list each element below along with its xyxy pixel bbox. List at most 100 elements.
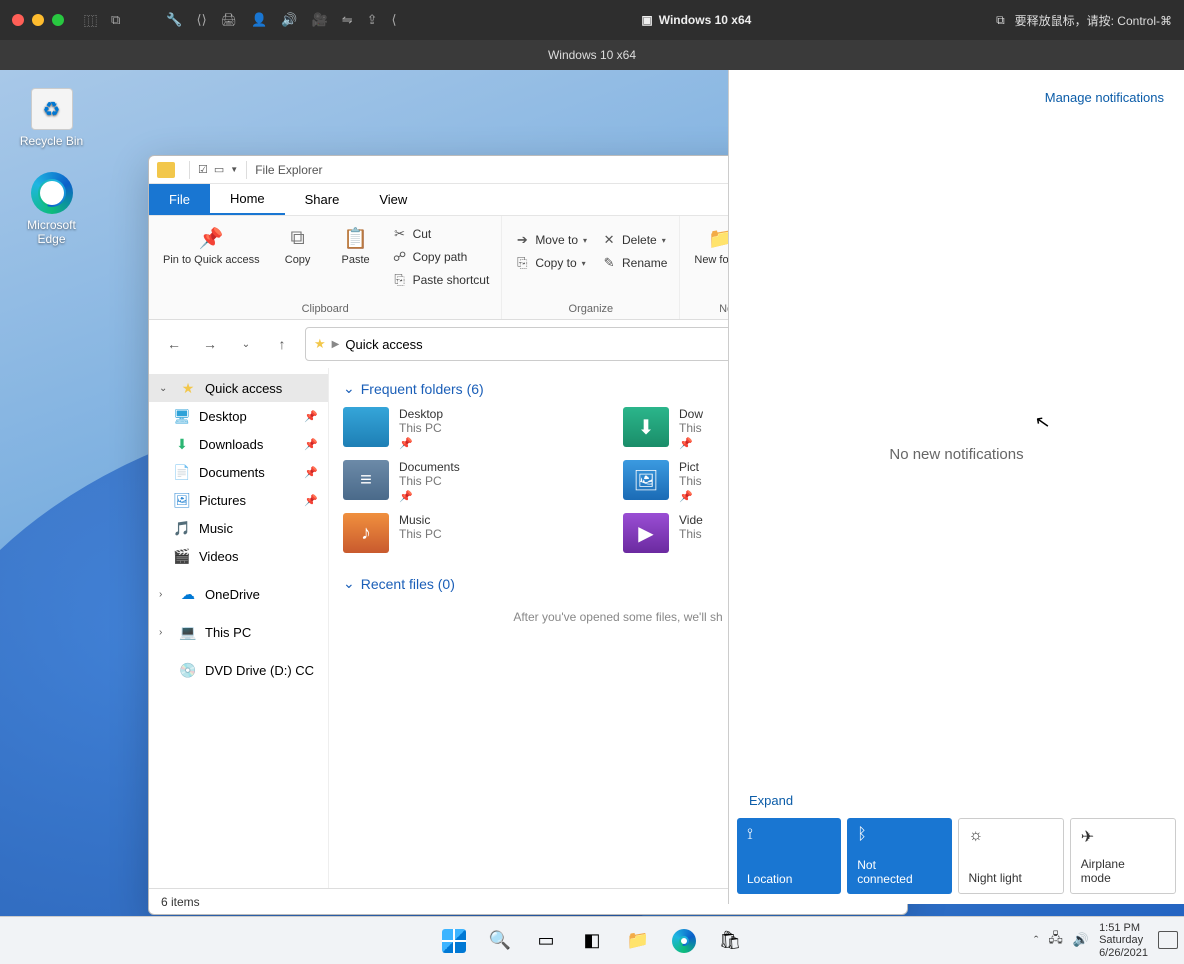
maximize-window-icon[interactable] xyxy=(52,14,64,26)
organize-group-label: Organize xyxy=(510,301,671,317)
copyto-icon: ⎘ xyxy=(514,255,530,271)
location-icon: ⟟ xyxy=(747,826,831,844)
edge-taskbar[interactable] xyxy=(670,927,698,955)
speaker-icon[interactable]: 🔊 xyxy=(281,12,297,28)
copy-button[interactable]: ⧉Copy xyxy=(272,220,324,270)
star-icon: ★ xyxy=(179,379,197,397)
sidebar-item-desktop[interactable]: 🖥Desktop📌 xyxy=(149,402,328,430)
sidebar-item-documents[interactable]: 📄Documents📌 xyxy=(149,458,328,486)
tile-night-light[interactable]: ☼Night light xyxy=(958,818,1064,894)
store-taskbar[interactable]: 🛍 xyxy=(716,927,744,955)
search-button[interactable]: 🔍 xyxy=(486,927,514,955)
vm-title: ▣ Windows 10 x64 xyxy=(397,13,996,27)
nav-forward-button[interactable]: → xyxy=(197,331,223,357)
pin-icon: 📌 xyxy=(679,437,703,450)
file-explorer-taskbar[interactable]: 📁 xyxy=(624,927,652,955)
chevron-down-icon: ⌄ xyxy=(343,575,355,592)
start-button[interactable] xyxy=(440,927,468,955)
paste-button[interactable]: 📋Paste xyxy=(330,220,382,270)
music-folder-icon: ♪ xyxy=(343,513,389,553)
recycle-bin[interactable]: Recycle Bin xyxy=(14,88,89,148)
usb-icon[interactable]: ⇋ xyxy=(342,12,353,28)
pin-quick-access-button[interactable]: 📌Pin to Quick access xyxy=(157,220,266,270)
sidebar-item-pictures[interactable]: 🖼Pictures📌 xyxy=(149,486,328,514)
tile-location[interactable]: ⟟Location xyxy=(737,818,841,894)
copy-icon[interactable]: ⧉ xyxy=(996,13,1005,28)
task-view-button[interactable]: ▭ xyxy=(532,927,560,955)
document-icon: 📄 xyxy=(173,463,191,481)
window-traffic-lights xyxy=(12,14,64,26)
sidebar-item-quick-access[interactable]: ⌄★Quick access xyxy=(149,374,328,402)
qat-newfolder-icon[interactable]: ▭ xyxy=(214,163,224,176)
user-icon[interactable]: 👤 xyxy=(251,12,267,28)
microsoft-edge[interactable]: Microsoft Edge xyxy=(14,172,89,246)
sidebar-item-videos[interactable]: 🎬Videos xyxy=(149,542,328,570)
nav-history-button[interactable]: ⌄ xyxy=(233,331,259,357)
sidebar-item-downloads[interactable]: ⬇Downloads📌 xyxy=(149,430,328,458)
folder-music[interactable]: ♪MusicThis PC xyxy=(343,513,603,553)
download-icon: ⬇ xyxy=(173,435,191,453)
expand-button[interactable]: Expand xyxy=(749,793,793,808)
edge-icon xyxy=(672,929,696,953)
nav-up-button[interactable]: ↑ xyxy=(269,331,295,357)
tab-share[interactable]: Share xyxy=(285,184,360,215)
code-icon[interactable]: ⟨⟩ xyxy=(197,12,207,28)
pin-icon: 📌 xyxy=(304,466,318,479)
bluetooth-icon: ᛒ xyxy=(857,826,941,844)
print-icon[interactable]: 🖨 xyxy=(221,12,238,28)
music-icon: 🎵 xyxy=(173,519,191,537)
tile-bluetooth[interactable]: ᛒNotconnected xyxy=(847,818,951,894)
sidebar-item-this-pc[interactable]: ›💻This PC xyxy=(149,618,328,646)
share-icon[interactable]: ⇪ xyxy=(367,12,378,28)
taskbar-clock[interactable]: 1:51 PM Saturday 6/26/2021 xyxy=(1099,922,1148,960)
tab-home[interactable]: Home xyxy=(210,184,285,215)
disc-icon: 💿 xyxy=(179,661,197,679)
vm-tab-bar[interactable]: Windows 10 x64 xyxy=(0,40,1184,70)
qat-dropdown-icon[interactable]: ▼ xyxy=(230,165,238,174)
rename-button[interactable]: ✎Rename xyxy=(597,253,671,273)
pasteshortcut-icon: ⎘ xyxy=(392,272,408,288)
recycle-bin-label: Recycle Bin xyxy=(14,134,89,148)
copy-to-button[interactable]: ⎘Copy to▾ xyxy=(510,253,591,273)
close-window-icon[interactable] xyxy=(12,14,24,26)
minimize-window-icon[interactable] xyxy=(32,14,44,26)
cut-button[interactable]: ✂Cut xyxy=(388,224,494,244)
action-center-button[interactable] xyxy=(1158,931,1178,949)
volume-icon[interactable]: 🔊 xyxy=(1073,932,1089,948)
taskbar: 🔍 ▭ ◧ 📁 🛍 ˆ 🖧 🔊 1:51 PM Saturday 6/26/20… xyxy=(0,916,1184,964)
chevron-right-icon: ▶ xyxy=(332,339,340,350)
snapshot-icon[interactable]: ⧉ xyxy=(111,12,120,28)
paste-shortcut-button[interactable]: ⎘Paste shortcut xyxy=(388,270,494,290)
action-center: Manage notifications No new notification… xyxy=(728,70,1184,904)
panes-icon[interactable]: ⿲ xyxy=(84,11,97,30)
wrench-icon[interactable]: 🔧 xyxy=(166,12,182,28)
sidebar-item-music[interactable]: 🎵Music xyxy=(149,514,328,542)
vm-tool-icons: ⿲ ⧉ 🔧 ⟨⟩ 🖨 👤 🔊 🎥 ⇋ ⇪ ⟨ xyxy=(84,11,397,30)
desktop[interactable]: Recycle Bin Microsoft Edge ☑ ▭ ▼ File Ex… xyxy=(0,70,1184,964)
nav-back-button[interactable]: ← xyxy=(161,331,187,357)
rename-icon: ✎ xyxy=(601,255,617,271)
window-title: File Explorer xyxy=(255,163,322,177)
tray-chevron-icon[interactable]: ˆ xyxy=(1034,933,1038,948)
manage-notifications-link[interactable]: Manage notifications xyxy=(1045,90,1164,105)
sidebar-item-dvd[interactable]: 💿DVD Drive (D:) CC xyxy=(149,656,328,684)
chevron-down-icon: ⌄ xyxy=(343,380,355,397)
tab-view[interactable]: View xyxy=(359,184,427,215)
move-to-button[interactable]: ➔Move to▾ xyxy=(510,230,591,250)
network-icon[interactable]: 🖧 xyxy=(1048,929,1063,951)
pin-icon: 📌 xyxy=(679,490,702,503)
sidebar-item-onedrive[interactable]: ›☁OneDrive xyxy=(149,580,328,608)
tab-file[interactable]: File xyxy=(149,184,210,215)
cut-icon: ✂ xyxy=(392,226,408,242)
widgets-button[interactable]: ◧ xyxy=(578,927,606,955)
folder-documents[interactable]: ≡DocumentsThis PC📌 xyxy=(343,460,603,503)
moveto-icon: ➔ xyxy=(514,232,530,248)
downloads-folder-icon: ⬇ xyxy=(623,407,669,447)
delete-button[interactable]: ✕Delete▾ xyxy=(597,230,671,250)
qat-properties-icon[interactable]: ☑ xyxy=(198,163,208,176)
camera-icon[interactable]: 🎥 xyxy=(312,12,328,28)
copy-path-button[interactable]: ☍Copy path xyxy=(388,247,494,267)
tile-airplane-mode[interactable]: ✈Airplanemode xyxy=(1070,818,1176,894)
folder-desktop[interactable]: DesktopThis PC📌 xyxy=(343,407,603,450)
release-mouse-hint: 要释放鼠标，请按: Control-⌘ xyxy=(1015,12,1172,29)
